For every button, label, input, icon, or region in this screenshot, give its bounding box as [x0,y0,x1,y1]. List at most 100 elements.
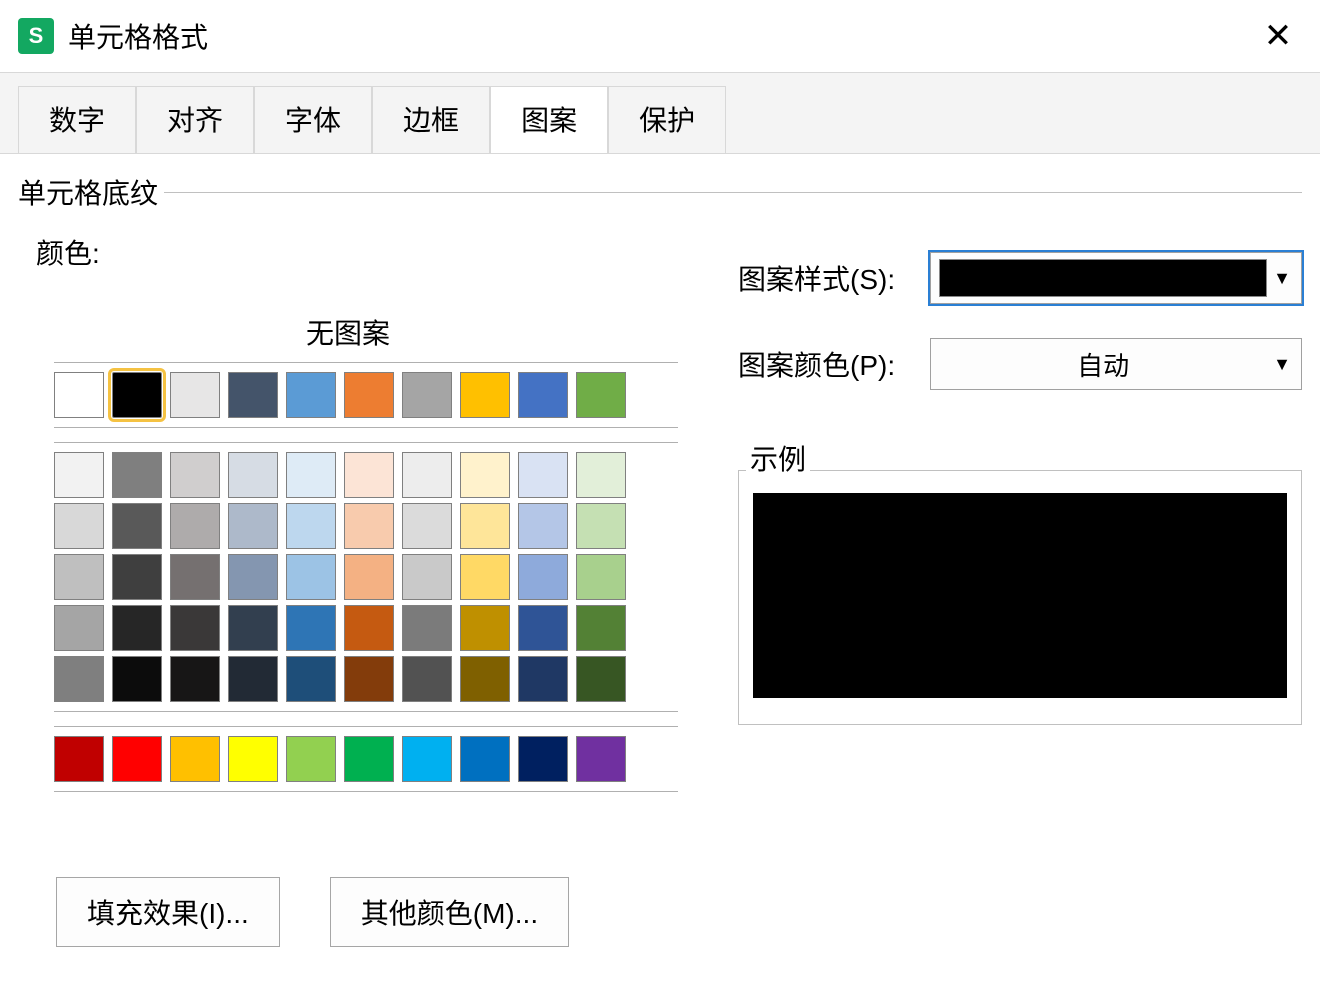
color-swatch[interactable] [460,656,510,702]
tab-对齐[interactable]: 对齐 [136,86,254,154]
color-swatch[interactable] [170,605,220,651]
color-swatch[interactable] [228,503,278,549]
color-swatch[interactable] [576,503,626,549]
tab-数字[interactable]: 数字 [18,86,136,154]
color-swatch[interactable] [460,736,510,782]
color-swatch[interactable] [170,736,220,782]
color-swatch[interactable] [402,736,452,782]
color-swatch[interactable] [518,736,568,782]
color-swatch[interactable] [112,503,162,549]
sample-frame [738,470,1302,725]
tab-字体[interactable]: 字体 [254,86,372,154]
pattern-style-preview [939,259,1267,297]
color-swatch[interactable] [518,372,568,418]
color-swatch[interactable] [460,372,510,418]
palette-theme-row-1 [54,503,678,549]
color-swatch[interactable] [576,452,626,498]
color-swatch[interactable] [576,736,626,782]
color-swatch[interactable] [576,372,626,418]
color-swatch[interactable] [576,605,626,651]
fill-effects-button[interactable]: 填充效果(I)... [56,877,280,947]
tab-图案[interactable]: 图案 [490,86,608,154]
color-swatch[interactable] [576,656,626,702]
tab-边框[interactable]: 边框 [372,86,490,154]
color-swatch[interactable] [344,372,394,418]
color-swatch[interactable] [54,503,104,549]
color-swatch[interactable] [228,656,278,702]
color-swatch[interactable] [460,452,510,498]
color-swatch[interactable] [518,656,568,702]
color-swatch[interactable] [54,554,104,600]
color-swatch[interactable] [518,503,568,549]
titlebar: S 单元格格式 ✕ [0,0,1320,72]
color-swatch[interactable] [112,452,162,498]
color-swatch[interactable] [170,452,220,498]
color-swatch[interactable] [228,736,278,782]
palette-top-row [54,372,678,418]
tab-content-pattern: 单元格底纹 颜色: 无图案 图案样式(S): ▼ [0,153,1320,993]
color-swatch[interactable] [170,656,220,702]
color-swatch[interactable] [170,554,220,600]
color-swatch[interactable] [54,452,104,498]
no-pattern-label: 无图案 [18,312,678,352]
color-swatch[interactable] [54,605,104,651]
color-swatch[interactable] [112,554,162,600]
color-swatch[interactable] [460,605,510,651]
tab-bar-area: 数字对齐字体边框图案保护 单元格底纹 颜色: 无图案 图案样式(S): [0,72,1320,993]
color-swatch[interactable] [344,554,394,600]
color-swatch[interactable] [518,452,568,498]
color-swatch[interactable] [286,736,336,782]
tab-bar: 数字对齐字体边框图案保护 [0,85,1320,153]
color-swatch[interactable] [344,656,394,702]
color-swatch[interactable] [344,605,394,651]
section-shading-title: 单元格底纹 [18,172,158,212]
color-swatch[interactable] [402,554,452,600]
color-swatch[interactable] [54,372,104,418]
pattern-style-label: 图案样式(S): [738,258,918,298]
color-swatch[interactable] [402,372,452,418]
color-swatch[interactable] [402,503,452,549]
color-swatch[interactable] [344,736,394,782]
color-swatch[interactable] [112,736,162,782]
color-swatch[interactable] [344,452,394,498]
color-swatch[interactable] [402,656,452,702]
color-swatch[interactable] [460,554,510,600]
palette-theme-row-4 [54,656,678,702]
pattern-color-dropdown[interactable]: 自动 ▼ [930,338,1302,390]
color-swatch[interactable] [112,372,162,418]
tab-保护[interactable]: 保护 [608,86,726,154]
color-swatch[interactable] [54,736,104,782]
color-swatch[interactable] [228,372,278,418]
color-swatch[interactable] [286,452,336,498]
color-swatch[interactable] [286,503,336,549]
color-swatch[interactable] [460,503,510,549]
color-swatch[interactable] [518,554,568,600]
color-swatch[interactable] [286,605,336,651]
sample-label: 示例 [746,438,810,478]
pattern-color-label: 图案颜色(P): [738,344,918,384]
color-swatch[interactable] [286,656,336,702]
more-colors-button[interactable]: 其他颜色(M)... [330,877,569,947]
color-swatch[interactable] [286,554,336,600]
color-swatch[interactable] [576,554,626,600]
color-swatch[interactable] [228,452,278,498]
color-swatch[interactable] [402,452,452,498]
color-swatch[interactable] [112,656,162,702]
color-swatch[interactable] [228,554,278,600]
palette-theme-row-3 [54,605,678,651]
pattern-style-dropdown[interactable]: ▼ [930,252,1302,304]
color-swatch[interactable] [344,503,394,549]
color-swatch[interactable] [286,372,336,418]
color-swatch[interactable] [518,605,568,651]
divider [164,192,1302,193]
color-swatch[interactable] [228,605,278,651]
color-swatch[interactable] [170,503,220,549]
color-swatch[interactable] [112,605,162,651]
color-swatch[interactable] [170,372,220,418]
color-label: 颜色: [36,232,678,272]
palette-theme-row-0 [54,452,678,498]
sample-preview [753,493,1287,698]
color-swatch[interactable] [54,656,104,702]
close-icon[interactable]: ✕ [1254,12,1302,60]
color-swatch[interactable] [402,605,452,651]
